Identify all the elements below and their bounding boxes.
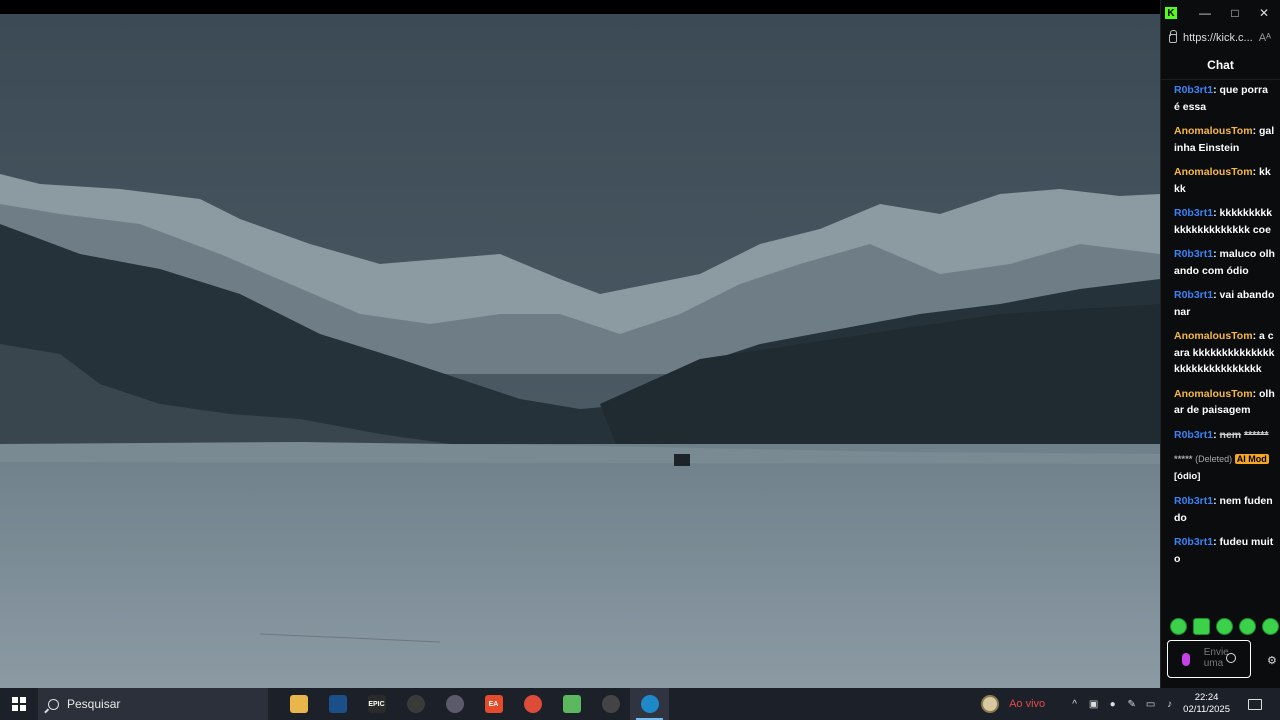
emote-bar [1170, 618, 1279, 635]
url-text: https://kick.c... [1183, 32, 1253, 44]
chat-username[interactable]: AnomalousTom [1174, 125, 1253, 137]
chat-username[interactable]: AnomalousTom [1174, 388, 1253, 400]
kick-logo-icon: K [1165, 7, 1177, 19]
reader-mode-icon[interactable]: Aᴬ [1259, 32, 1271, 44]
clock[interactable]: 22:24 02/11/2025 [1183, 692, 1230, 716]
address-bar[interactable]: https://kick.c... Aᴬ [1161, 26, 1280, 50]
emote-icon[interactable] [1170, 618, 1187, 635]
windows-logo-icon [12, 697, 26, 711]
chat-message: AnomalousTom: kkkk [1174, 166, 1271, 195]
minimize-button[interactable]: — [1196, 4, 1214, 22]
ea-app-icon: EA [484, 695, 503, 713]
steam-icon [328, 695, 347, 713]
volume-icon[interactable]: ♪ [1160, 699, 1179, 710]
epic-games-icon: EPIC [367, 695, 386, 713]
close-button[interactable]: ✕ [1255, 4, 1273, 22]
taskbar-app-epic-games[interactable]: EPIC [357, 688, 396, 720]
chat-settings-gear-icon[interactable]: ⚙ [1267, 654, 1277, 667]
chat-input[interactable]: Envie uma mensagem [1167, 640, 1251, 678]
chat-message: R0b3rt1: kkkkkkkkkkkkkkkkkkkkkk coe [1174, 207, 1273, 236]
chat-username[interactable]: AnomalousTom [1174, 166, 1253, 178]
taskbar-search[interactable]: Pesquisar [38, 688, 268, 720]
emote-icon[interactable] [1216, 618, 1233, 635]
pen-icon[interactable]: ✎ [1122, 699, 1141, 710]
live-indicator[interactable]: Ao vivo [981, 695, 1045, 713]
taskbar-app-steam[interactable] [318, 688, 357, 720]
microphone-tray-icon[interactable]: ● [1103, 699, 1122, 710]
lock-icon [1169, 29, 1177, 43]
taskbar: Pesquisar EPIC EA Ao vivo ^ ▣ ● ✎ ▭ ♪ 22:… [0, 688, 1280, 720]
taskbar-app-speedometer-app[interactable] [591, 688, 630, 720]
chat-message-censored: ****** [1244, 428, 1269, 441]
video-frame-landscape [0, 14, 1160, 688]
chat-message: ***** (Deleted) AI Mod [ódio] [1174, 451, 1275, 485]
window-titlebar: K — □ ✕ [1161, 0, 1280, 26]
edge-icon [640, 695, 659, 713]
ai-mod-badge: AI Mod [1234, 454, 1269, 464]
clock-date: 02/11/2025 [1183, 704, 1230, 715]
desktop: K — □ ✕ https://kick.c... Aᴬ Chat R0b3rt… [0, 0, 1280, 720]
chat-title: Chat [1161, 50, 1280, 80]
taskbar-app-edge[interactable] [630, 688, 669, 720]
streamer-avatar-icon [981, 695, 1000, 713]
camera-icon[interactable]: ▣ [1084, 699, 1103, 710]
chat-username[interactable]: R0b3rt1 [1174, 207, 1213, 219]
chat-message: R0b3rt1: maluco olhando com ódio [1174, 248, 1275, 277]
taskbar-app-obs[interactable] [435, 688, 474, 720]
chat-username[interactable]: AnomalousTom [1174, 330, 1253, 342]
deleted-message-text: ***** [1174, 454, 1193, 465]
start-button[interactable] [0, 688, 38, 720]
chat-message: R0b3rt1: nem fudendo [1174, 495, 1273, 524]
chrome-icon [523, 695, 542, 713]
taskbar-app-game-app[interactable] [396, 688, 435, 720]
chat-username[interactable]: R0b3rt1 [1174, 248, 1213, 260]
emoji-icon[interactable] [1226, 653, 1236, 663]
chat-message: R0b3rt1: que porra é essa [1174, 84, 1268, 113]
speedometer-app-icon [601, 695, 620, 713]
emote-icon[interactable] [1262, 618, 1279, 635]
system-tray: Ao vivo ^ ▣ ● ✎ ▭ ♪ 22:24 02/11/2025 [981, 688, 1280, 720]
maximize-button[interactable]: □ [1226, 4, 1244, 22]
chat-username[interactable]: R0b3rt1 [1174, 495, 1213, 507]
notifications-icon[interactable] [1248, 698, 1262, 710]
chat-message: AnomalousTom: a cara kkkkkkkkkkkkkkkkkkk… [1174, 330, 1275, 375]
file-explorer-icon [289, 695, 308, 713]
taskbar-app-chrome[interactable] [513, 688, 552, 720]
deleted-label: (Deleted) [1195, 454, 1233, 464]
chat-message: R0b3rt1: nem ****** [1174, 428, 1269, 441]
android-app-icon [562, 695, 581, 713]
emote-icon[interactable] [1193, 618, 1210, 635]
video-player[interactable] [0, 0, 1160, 688]
moderation-reason: [ódio] [1174, 470, 1201, 482]
chat-message: AnomalousTom: olhar de paisagem [1174, 387, 1275, 417]
game-app-icon [406, 695, 425, 713]
chevron-up-icon[interactable]: ^ [1065, 699, 1084, 710]
live-label: Ao vivo [1009, 698, 1046, 710]
taskbar-app-file-explorer[interactable] [279, 688, 318, 720]
search-placeholder: Pesquisar [67, 697, 121, 711]
emote-icon[interactable] [1239, 618, 1256, 635]
obs-icon [445, 695, 464, 713]
taskbar-app-ea-app[interactable]: EA [474, 688, 513, 720]
network-icon[interactable]: ▭ [1141, 699, 1160, 710]
chat-message-list: R0b3rt1: que porra é essa AnomalousTom: g… [1161, 82, 1280, 575]
chat-username[interactable]: R0b3rt1 [1174, 536, 1213, 548]
taskbar-apps: EPIC EA [279, 688, 669, 720]
clock-time: 22:24 [1194, 692, 1219, 703]
chat-message: R0b3rt1: fudeu muito [1174, 536, 1274, 565]
chat-window: K — □ ✕ https://kick.c... Aᴬ Chat R0b3rt… [1160, 0, 1280, 688]
microphone-icon[interactable] [1182, 652, 1190, 666]
chat-username[interactable]: R0b3rt1 [1174, 84, 1213, 96]
video-top-bar [0, 0, 1160, 14]
chat-username[interactable]: R0b3rt1 [1174, 429, 1213, 441]
chat-message: R0b3rt1: vai abandonar [1174, 289, 1275, 318]
chat-message-text: nem [1219, 428, 1242, 441]
taskbar-app-android-app[interactable] [552, 688, 591, 720]
chat-message: AnomalousTom: galinha Einstein [1174, 125, 1275, 154]
search-icon [48, 698, 59, 710]
chat-username[interactable]: R0b3rt1 [1174, 289, 1213, 301]
